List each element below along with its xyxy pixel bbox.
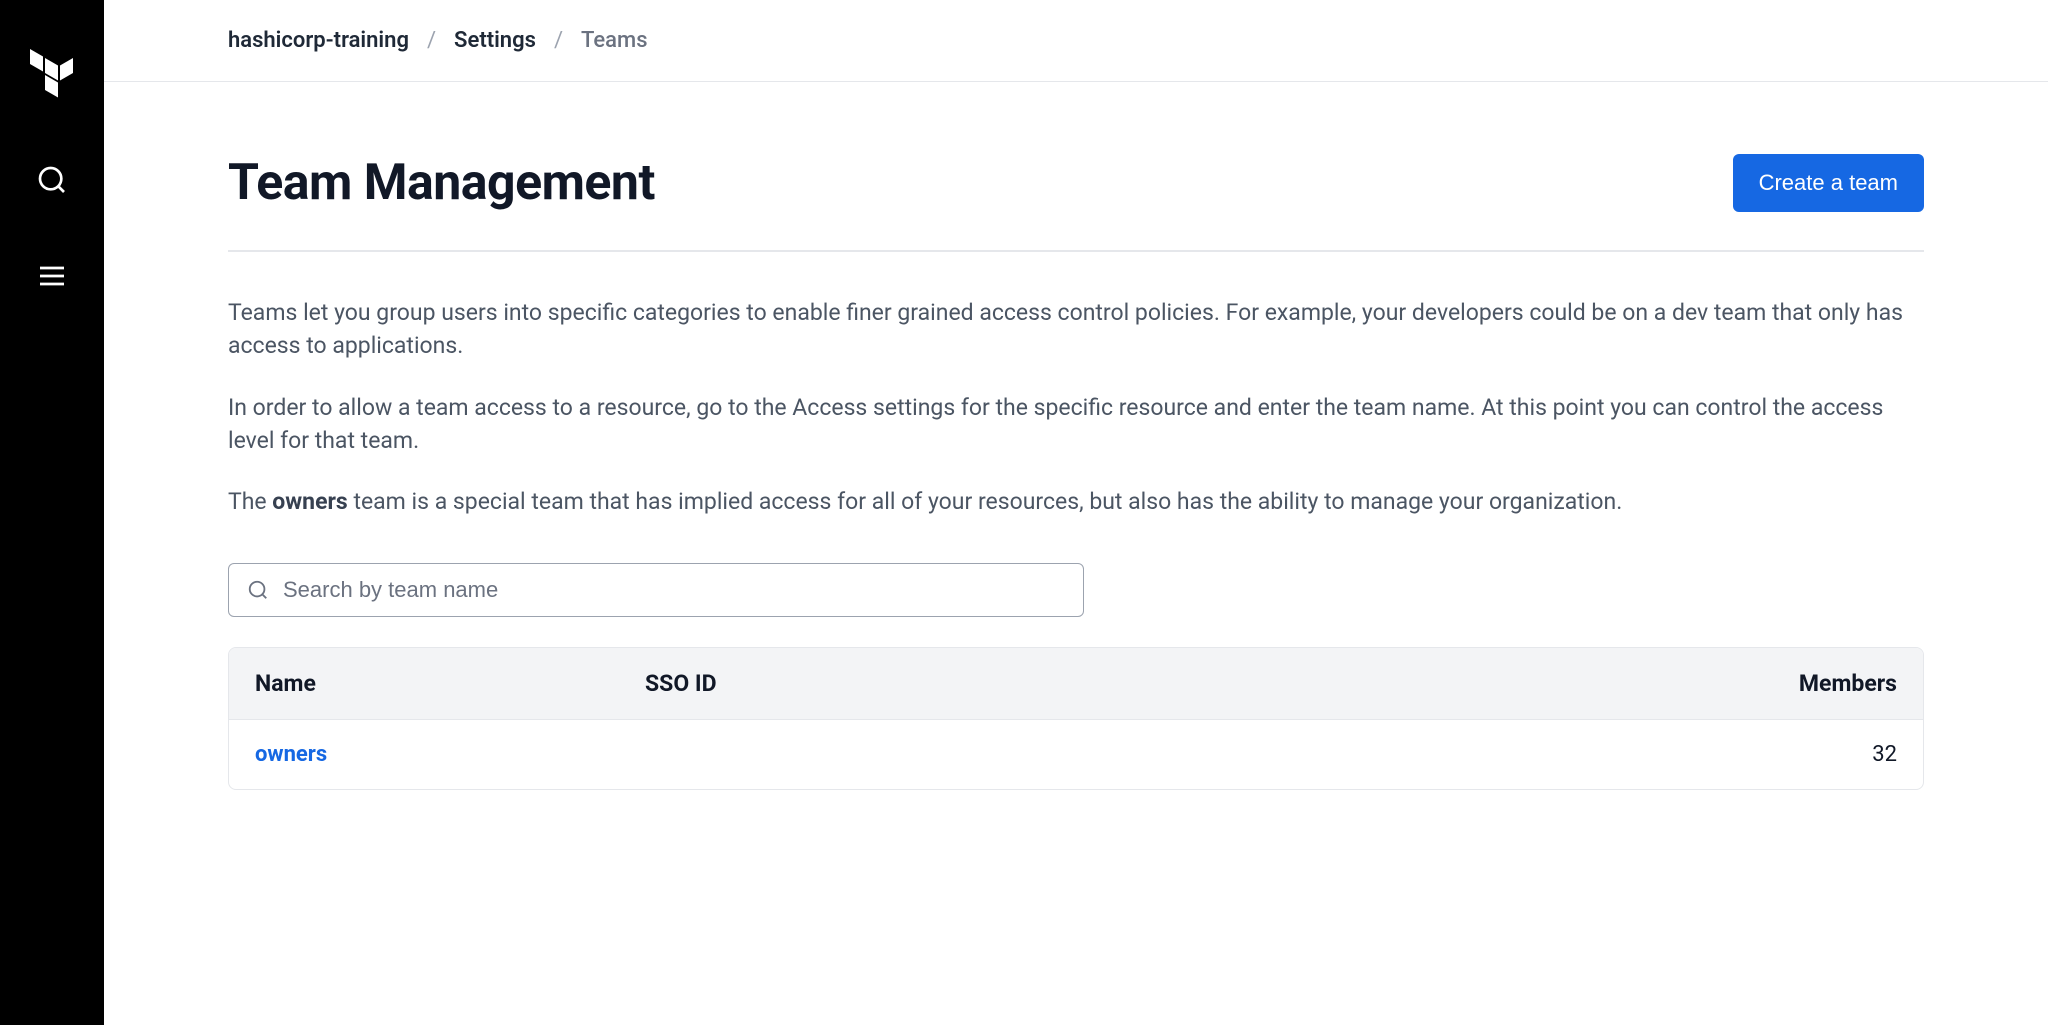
terraform-logo[interactable] (28, 48, 76, 102)
search-icon[interactable] (34, 162, 70, 198)
search-container (228, 563, 1924, 617)
description-paragraph-1: Teams let you group users into specific … (228, 296, 1924, 363)
desc-text: The (228, 488, 272, 515)
team-members-count: 32 (1757, 742, 1897, 767)
divider (228, 250, 1924, 252)
sidebar (0, 0, 104, 1025)
desc-text: team is a special team that has implied … (348, 488, 1623, 515)
header-name: Name (255, 670, 645, 697)
page-title: Team Management (228, 154, 655, 212)
content-area: Team Management Create a team Teams let … (104, 82, 2048, 790)
teams-table: Name SSO ID Members owners 32 (228, 647, 1924, 790)
breadcrumb-org[interactable]: hashicorp-training (228, 28, 409, 53)
description-paragraph-3: The owners team is a special team that h… (228, 485, 1924, 518)
description-paragraph-2: In order to allow a team access to a res… (228, 391, 1924, 458)
page-header: Team Management Create a team (228, 154, 1924, 212)
search-input[interactable] (283, 577, 1065, 603)
table-row: owners 32 (229, 720, 1923, 789)
terraform-icon (28, 48, 76, 102)
breadcrumb-separator: / (427, 28, 436, 53)
breadcrumb-settings[interactable]: Settings (454, 28, 536, 53)
desc-owners-strong: owners (272, 488, 347, 515)
header-members: Members (1757, 670, 1897, 697)
team-link[interactable]: owners (255, 742, 327, 767)
menu-icon[interactable] (34, 258, 70, 294)
breadcrumb-separator: / (554, 28, 563, 53)
breadcrumb: hashicorp-training / Settings / Teams (104, 0, 2048, 82)
breadcrumb-current: Teams (581, 28, 648, 53)
header-sso: SSO ID (645, 670, 1757, 697)
main-content: hashicorp-training / Settings / Teams Te… (104, 0, 2048, 1025)
search-box[interactable] (228, 563, 1084, 617)
create-team-button[interactable]: Create a team (1733, 154, 1924, 212)
table-header: Name SSO ID Members (229, 648, 1923, 720)
search-icon (247, 579, 269, 601)
